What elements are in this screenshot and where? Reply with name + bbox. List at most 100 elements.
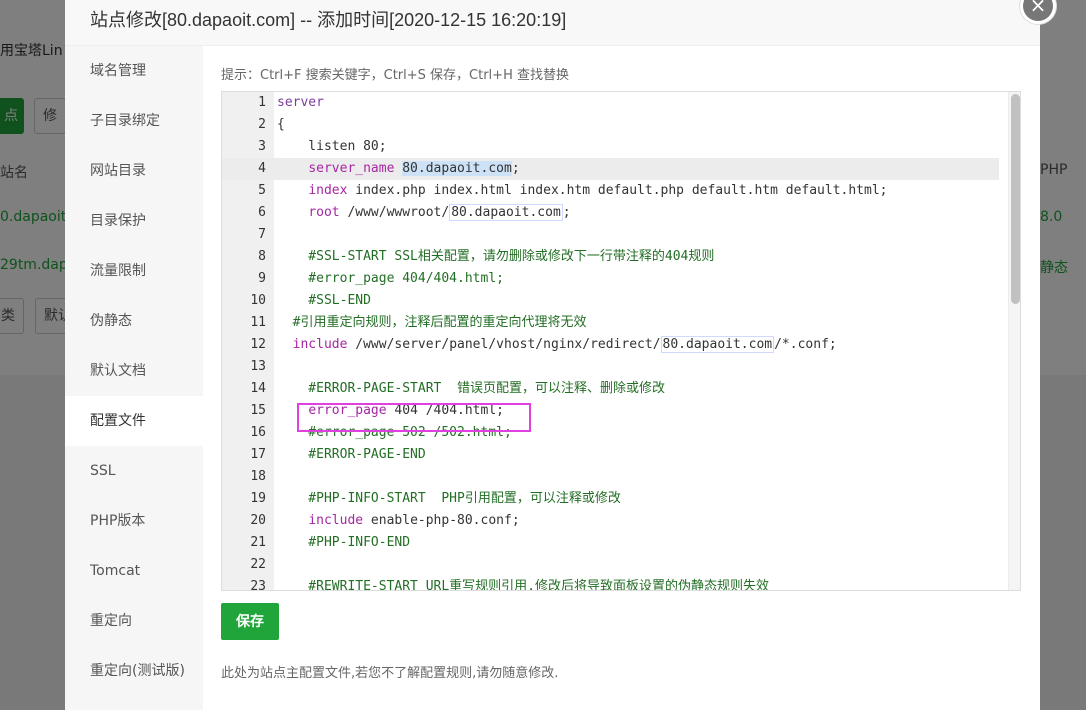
line-code: root /www/wwwroot/80.dapaoit.com;: [277, 202, 571, 224]
sidebar-item[interactable]: PHP版本: [65, 496, 203, 546]
code-token: root: [308, 205, 340, 220]
code-token: #ERROR-PAGE-END: [277, 447, 426, 462]
code-line[interactable]: 6 root /www/wwwroot/80.dapaoit.com;: [222, 202, 1012, 224]
code-token: 80.dapaoit.com: [660, 336, 775, 353]
close-icon[interactable]: ×: [1023, 0, 1053, 21]
line-number: 18: [250, 469, 266, 484]
code-line[interactable]: 3 listen 80;: [222, 136, 1012, 158]
code-token: ;: [511, 161, 520, 176]
line-code: #ERROR-PAGE-END: [277, 444, 426, 466]
line-number: 15: [250, 403, 266, 418]
line-code: {: [277, 114, 285, 136]
line-code: #error_page 404/404.html;: [277, 268, 504, 290]
line-number: 22: [250, 557, 266, 572]
code-editor[interactable]: 1 server 2{3 listen 80; 4 server_name 80.da…: [221, 91, 1021, 591]
save-button[interactable]: 保存: [221, 603, 279, 640]
line-code: #SSL-START SSL相关配置，请勿删除或修改下一行带注释的404规则: [277, 246, 714, 268]
code-line[interactable]: 14 #ERROR-PAGE-START 错误页配置，可以注释、删除或修改: [222, 378, 1012, 400]
sidebar-item[interactable]: 网站目录: [65, 146, 203, 196]
code-token: #PHP-INFO-START PHP引用配置，可以注释或修改: [277, 491, 621, 506]
warning-note: 此处为站点主配置文件,若您不了解配置规则,请勿随意修改.: [221, 666, 559, 681]
code-line[interactable]: 20 include enable-php-80.conf;: [222, 510, 1012, 532]
code-line[interactable]: 9 #error_page 404/404.html;: [222, 268, 1012, 290]
site-edit-modal: 站点修改[80.dapaoit.com] -- 添加时间[2020-12-15 …: [65, 0, 1040, 710]
code-line[interactable]: 1 server: [222, 92, 1012, 114]
line-number: 1: [258, 95, 266, 110]
line-code: server_name 80.dapaoit.com;: [277, 158, 520, 180]
code-line[interactable]: 21 #PHP-INFO-END: [222, 532, 1012, 554]
line-number: 13: [250, 359, 266, 374]
code-line[interactable]: 11 #引用重定向规则，注释后配置的重定向代理将无效: [222, 312, 1012, 334]
code-token: #error_page 404/404.html;: [277, 271, 504, 286]
line-number: 3: [258, 139, 266, 154]
shortcut-tip: 提示：Ctrl+F 搜索关键字，Ctrl+S 保存，Ctrl+H 查找替换: [221, 68, 569, 83]
modal-sidebar: 域名管理 子目录绑定 网站目录 目录保护 流量限制 伪静态 默认文档 配置文件 SSL PHP版本…: [65, 46, 203, 710]
line-code: #引用重定向规则，注释后配置的重定向代理将无效: [277, 312, 587, 334]
code-token: #ERROR-PAGE-START 错误页配置，可以注释、删除或修改: [277, 381, 666, 396]
line-number: 17: [250, 447, 266, 462]
code-line[interactable]: 19 #PHP-INFO-START PHP引用配置，可以注释或修改: [222, 488, 1012, 510]
code-token: /www/wwwroot/: [339, 205, 450, 220]
sidebar-item[interactable]: SSL: [65, 446, 203, 496]
code-line[interactable]: 13: [222, 356, 1012, 378]
line-code: include enable-php-80.conf;: [277, 510, 520, 532]
code-token: /*.conf;: [774, 337, 837, 352]
line-code: listen 80;: [277, 136, 387, 158]
code-token: listen 80;: [277, 139, 387, 154]
code-token: ;: [562, 205, 571, 220]
code-token: index: [308, 183, 348, 198]
sidebar-item[interactable]: Tomcat: [65, 546, 203, 596]
line-number: 12: [250, 337, 266, 352]
line-number: 10: [250, 293, 266, 308]
line-code: #PHP-INFO-START PHP引用配置，可以注释或修改: [277, 488, 621, 510]
code-line[interactable]: 8 #SSL-START SSL相关配置，请勿删除或修改下一行带注释的404规则: [222, 246, 1012, 268]
code-line[interactable]: 23 #REWRITE-START URL重写规则引用,修改后将导致面板设置的伪…: [222, 576, 1012, 591]
line-number: 4: [258, 161, 266, 176]
sidebar-item[interactable]: 域名管理: [65, 46, 203, 96]
code-token: #PHP-INFO-END: [277, 535, 411, 550]
sidebar-item[interactable]: 重定向: [65, 596, 203, 646]
code-line[interactable]: 4 server_name 80.dapaoit.com;: [222, 158, 999, 180]
line-code: #PHP-INFO-END: [277, 532, 410, 554]
line-code: #ERROR-PAGE-START 错误页配置，可以注释、删除或修改: [277, 378, 665, 400]
code-token: #引用重定向规则，注释后配置的重定向代理将无效: [277, 315, 587, 330]
sidebar-item[interactable]: 子目录绑定: [65, 96, 203, 146]
line-code: include /www/server/panel/vhost/nginx/re…: [277, 334, 837, 356]
sidebar-item[interactable]: 流量限制: [65, 246, 203, 296]
scrollbar-thumb[interactable]: [1011, 94, 1020, 304]
code-token: 80.dapaoit.com: [449, 204, 563, 221]
code-token: enable-php-80.conf;: [363, 513, 520, 528]
code-token: include: [292, 337, 348, 352]
line-number: 19: [250, 491, 266, 506]
code-token: include: [308, 513, 364, 528]
sidebar-item[interactable]: 目录保护: [65, 196, 203, 246]
sidebar-item[interactable]: 伪静态: [65, 296, 203, 346]
annotation-highlight-box: [297, 403, 531, 432]
line-number: 5: [258, 183, 266, 198]
line-number: 8: [258, 249, 266, 264]
line-code: #REWRITE-START URL重写规则引用,修改后将导致面板设置的伪静态规…: [277, 576, 770, 591]
sidebar-item[interactable]: 配置文件: [65, 396, 203, 446]
code-line[interactable]: 7: [222, 224, 1012, 246]
code-line[interactable]: 10 #SSL-END: [222, 290, 1012, 312]
line-number: 9: [258, 271, 266, 286]
code-line[interactable]: 22: [222, 554, 1012, 576]
line-number: 23: [250, 579, 266, 591]
line-number: 14: [250, 381, 266, 396]
code-line[interactable]: 2{: [222, 114, 1012, 136]
line-number: 20: [250, 513, 266, 528]
code-line[interactable]: 12 include /www/server/panel/vhost/nginx…: [222, 334, 1012, 356]
code-line[interactable]: 17 #ERROR-PAGE-END: [222, 444, 1012, 466]
sidebar-item[interactable]: 重定向(测试版): [65, 646, 203, 696]
code-token: index.php index.html index.htm default.p…: [347, 183, 888, 198]
code-token: #REWRITE-START URL重写规则引用,修改后将导致面板设置的伪静态规…: [277, 579, 770, 591]
sidebar-item[interactable]: 默认文档: [65, 346, 203, 396]
code-token: /www/server/panel/vhost/nginx/redirect/: [347, 337, 661, 352]
code-line[interactable]: 18: [222, 466, 1012, 488]
code-token: #SSL-END: [277, 293, 371, 308]
code-line[interactable]: 5 index index.php index.html index.htm d…: [222, 180, 1012, 202]
code-token: server_name: [308, 161, 395, 176]
